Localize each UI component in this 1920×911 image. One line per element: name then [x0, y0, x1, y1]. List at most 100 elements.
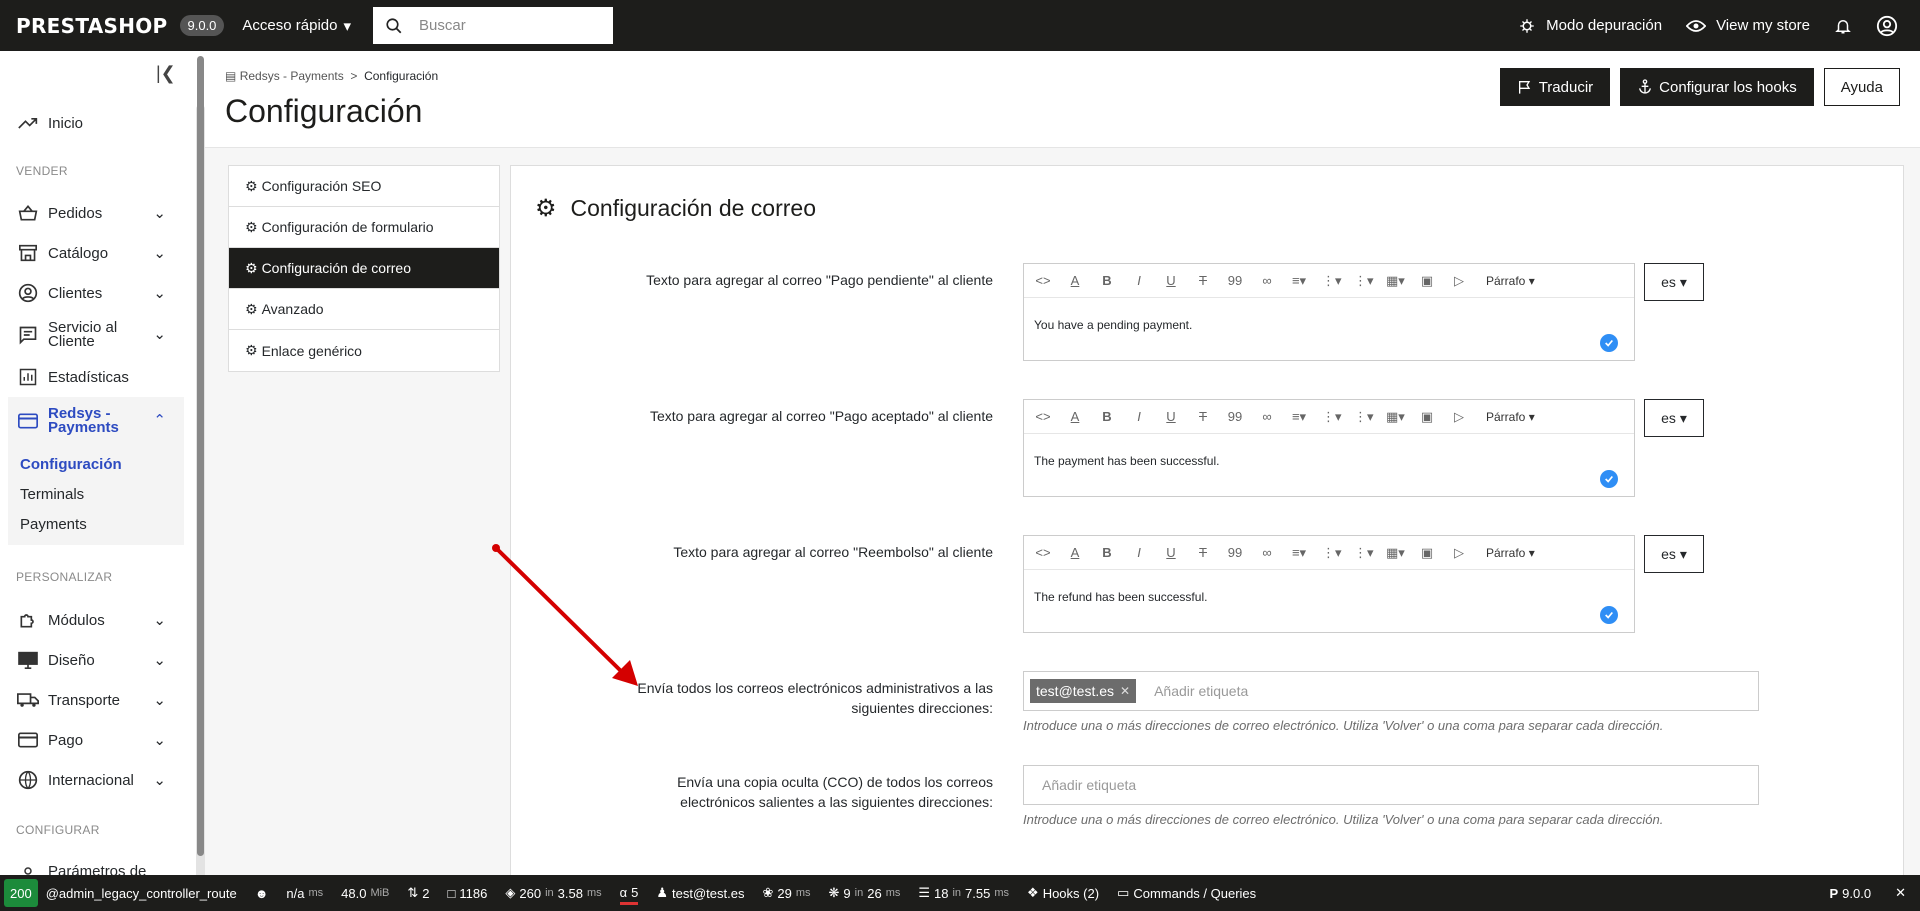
- time-item[interactable]: n/a ms: [286, 886, 323, 901]
- editor-content[interactable]: The refund has been successful.: [1034, 590, 1207, 604]
- search-box[interactable]: Buscar: [373, 7, 614, 44]
- refund-mail-editor[interactable]: <> A B I U T 99 ∞ ≡▾ ⋮▾ ⋮▾ ▦▾ ▣ ▷ Párrafo ▾ The refun…: [1023, 535, 1635, 633]
- memory-item[interactable]: 48.0 MiB: [341, 886, 389, 901]
- language-dropdown[interactable]: es ▾: [1644, 399, 1704, 437]
- quote-icon[interactable]: 99: [1226, 545, 1244, 560]
- quote-icon[interactable]: 99: [1226, 273, 1244, 288]
- requests-item[interactable]: ⇅ 2: [407, 885, 429, 901]
- tag-input-placeholder[interactable]: Añadir etiqueta: [1042, 777, 1136, 793]
- bullet-list-icon[interactable]: ⋮▾: [1322, 409, 1342, 425]
- tab-generic-link[interactable]: ⚙ Enlace genérico: [229, 330, 499, 371]
- tab-form[interactable]: ⚙ Configuración de formulario: [229, 207, 499, 248]
- prestashop-logo[interactable]: PRESTASHOP: [16, 14, 168, 38]
- sidebar-item-orders[interactable]: Pedidos ⌄: [16, 201, 176, 225]
- strikethrough-icon[interactable]: T: [1194, 273, 1212, 288]
- image-icon[interactable]: ▣: [1418, 273, 1436, 289]
- tab-seo[interactable]: ⚙ Configuración SEO: [229, 166, 499, 207]
- text-color-icon[interactable]: A: [1066, 545, 1084, 560]
- image-icon[interactable]: ▣: [1418, 545, 1436, 561]
- status-code-badge[interactable]: 200: [4, 879, 38, 907]
- db-item[interactable]: ☰ 18 in 7.55 ms: [918, 885, 1009, 901]
- hooks-item[interactable]: ❖ Hooks (2): [1027, 885, 1099, 901]
- bcc-emails-tag-input[interactable]: Añadir etiqueta: [1023, 765, 1759, 805]
- paragraph-format-dropdown[interactable]: Párrafo ▾: [1486, 274, 1535, 288]
- language-dropdown[interactable]: es ▾: [1644, 263, 1704, 301]
- image-icon[interactable]: ▣: [1418, 409, 1436, 425]
- editor-content[interactable]: The payment has been successful.: [1034, 454, 1219, 468]
- link-icon[interactable]: ∞: [1258, 545, 1276, 560]
- align-icon[interactable]: ≡▾: [1290, 409, 1308, 425]
- underline-icon[interactable]: U: [1162, 409, 1180, 424]
- translations-item[interactable]: α5: [619, 885, 639, 905]
- collapse-sidebar-icon[interactable]: |❮: [156, 63, 176, 84]
- sidebar-scrollbar-thumb[interactable]: [197, 56, 204, 856]
- sidebar-item-redsys[interactable]: Redsys - Payments ⌃: [16, 406, 176, 435]
- sidebar-item-shipping[interactable]: Transporte ⌄: [16, 688, 176, 712]
- php-version-item[interactable]: P 9.0.0: [1830, 886, 1872, 901]
- numbered-list-icon[interactable]: ⋮▾: [1354, 545, 1374, 561]
- table-icon[interactable]: ▦▾: [1386, 409, 1405, 425]
- sidebar-item-customer-service[interactable]: Servicio al Cliente ⌄: [16, 320, 176, 349]
- submenu-payments[interactable]: Payments: [20, 516, 87, 533]
- listeners-item[interactable]: ❋ 9 in 26 ms: [829, 885, 901, 901]
- quote-icon[interactable]: 99: [1226, 409, 1244, 424]
- media-icon[interactable]: ▷: [1450, 545, 1468, 561]
- align-icon[interactable]: ≡▾: [1290, 545, 1308, 561]
- strikethrough-icon[interactable]: T: [1194, 545, 1212, 560]
- code-icon[interactable]: <>: [1034, 273, 1052, 288]
- align-icon[interactable]: ≡▾: [1290, 273, 1308, 289]
- sidebar-item-catalog[interactable]: Catálogo ⌄: [16, 241, 176, 265]
- view-store-link[interactable]: View my store: [1686, 17, 1810, 34]
- bold-icon[interactable]: B: [1098, 273, 1116, 288]
- table-icon[interactable]: ▦▾: [1386, 273, 1405, 289]
- bullet-list-icon[interactable]: ⋮▾: [1322, 545, 1342, 561]
- bullet-list-icon[interactable]: ⋮▾: [1322, 273, 1342, 289]
- quick-access-dropdown[interactable]: Acceso rápido ▾: [242, 17, 351, 35]
- strikethrough-icon[interactable]: T: [1194, 409, 1212, 424]
- submenu-terminals[interactable]: Terminals: [20, 486, 84, 503]
- events-item[interactable]: ❀ 29 ms: [762, 885, 810, 901]
- user-item[interactable]: ♟ test@test.es: [656, 885, 744, 901]
- tab-advanced[interactable]: ⚙ Avanzado: [229, 289, 499, 330]
- notifications-button[interactable]: [1834, 16, 1852, 36]
- text-color-icon[interactable]: A: [1066, 273, 1084, 288]
- breadcrumb-parent[interactable]: Redsys - Payments: [240, 69, 344, 83]
- sidebar-item-customers[interactable]: Clientes ⌄: [16, 281, 176, 305]
- accepted-mail-editor[interactable]: <> A B I U T 99 ∞ ≡▾ ⋮▾ ⋮▾ ▦▾ ▣ ▷ Párrafo ▾ The payme…: [1023, 399, 1635, 497]
- numbered-list-icon[interactable]: ⋮▾: [1354, 273, 1374, 289]
- commands-item[interactable]: ▭ Commands / Queries: [1117, 885, 1256, 901]
- sidebar-item-international[interactable]: Internacional ⌄: [16, 768, 176, 792]
- configure-hooks-button[interactable]: Configurar los hooks: [1620, 68, 1814, 106]
- sidebar-item-home[interactable]: Inicio: [16, 111, 176, 135]
- text-color-icon[interactable]: A: [1066, 409, 1084, 424]
- debug-mode-link[interactable]: Modo depuración: [1518, 17, 1662, 35]
- code-icon[interactable]: <>: [1034, 409, 1052, 424]
- translate-button[interactable]: Traducir: [1499, 68, 1611, 106]
- submenu-config[interactable]: Configuración: [20, 456, 122, 473]
- tab-mail[interactable]: ⚙ Configuración de correo: [229, 248, 499, 289]
- underline-icon[interactable]: U: [1162, 273, 1180, 288]
- bold-icon[interactable]: B: [1098, 409, 1116, 424]
- pending-mail-editor[interactable]: <> A B I U T 99 ∞ ≡▾ ⋮▾ ⋮▾ ▦▾ ▣ ▷ Párrafo ▾ You have …: [1023, 263, 1635, 361]
- files-item[interactable]: □ 1186: [448, 886, 488, 901]
- media-icon[interactable]: ▷: [1450, 409, 1468, 425]
- table-icon[interactable]: ▦▾: [1386, 545, 1405, 561]
- italic-icon[interactable]: I: [1130, 409, 1148, 424]
- tag-input-placeholder[interactable]: Añadir etiqueta: [1154, 683, 1248, 699]
- editor-content[interactable]: You have a pending payment.: [1034, 318, 1192, 332]
- paragraph-format-dropdown[interactable]: Párrafo ▾: [1486, 410, 1535, 424]
- bold-icon[interactable]: B: [1098, 545, 1116, 560]
- ghost-icon[interactable]: ☻: [255, 886, 269, 901]
- sidebar-item-modules[interactable]: Módulos ⌄: [16, 608, 176, 632]
- route-item[interactable]: @admin_legacy_controller_route: [46, 886, 237, 901]
- code-icon[interactable]: <>: [1034, 545, 1052, 560]
- remove-tag-icon[interactable]: ✕: [1120, 684, 1130, 698]
- help-button[interactable]: Ayuda: [1823, 68, 1900, 106]
- twig-item[interactable]: ◈ 260 in 3.58 ms: [505, 885, 601, 901]
- sidebar-item-payment[interactable]: Pago ⌄: [16, 728, 176, 752]
- underline-icon[interactable]: U: [1162, 545, 1180, 560]
- sidebar-item-stats[interactable]: Estadísticas: [16, 365, 176, 389]
- numbered-list-icon[interactable]: ⋮▾: [1354, 409, 1374, 425]
- link-icon[interactable]: ∞: [1258, 273, 1276, 288]
- media-icon[interactable]: ▷: [1450, 273, 1468, 289]
